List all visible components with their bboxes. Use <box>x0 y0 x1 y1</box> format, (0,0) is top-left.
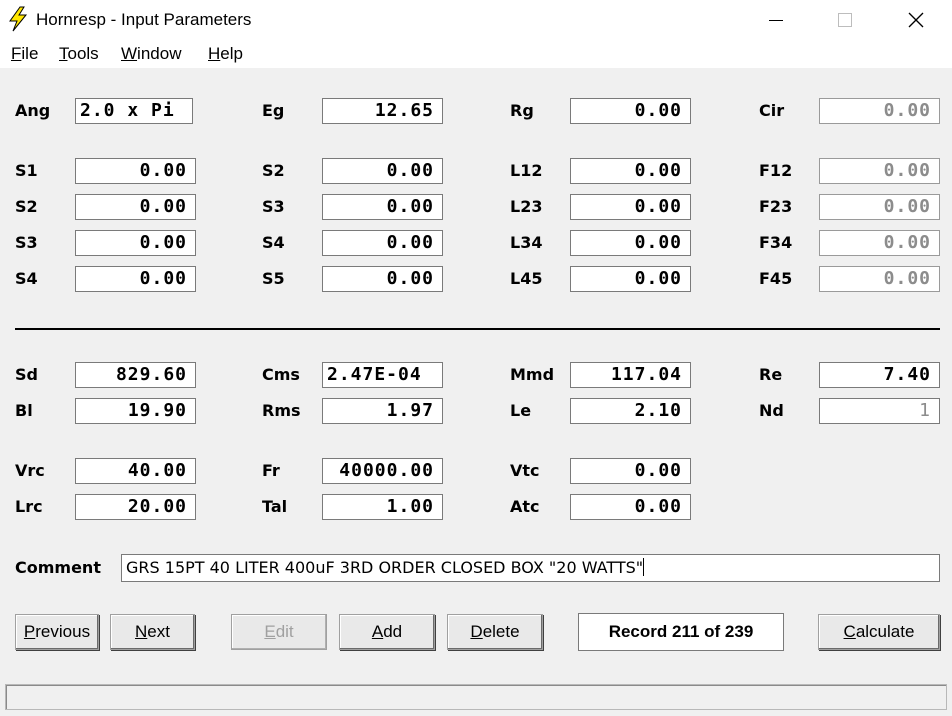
re-label: Re <box>759 365 783 384</box>
l12-field[interactable]: 0.00 <box>570 158 691 184</box>
close-button[interactable] <box>893 0 939 40</box>
lrc-field[interactable]: 20.00 <box>75 494 196 520</box>
s4-label: S4 <box>262 233 285 252</box>
previous-button[interactable]: Previous <box>15 614 99 650</box>
lightning-icon[interactable] <box>6 6 30 32</box>
maximize-button[interactable] <box>822 0 868 40</box>
f45-label: F45 <box>759 269 793 288</box>
s4-field[interactable]: 0.00 <box>75 266 196 292</box>
le-field[interactable]: 2.10 <box>570 398 691 424</box>
s1-label: S1 <box>15 161 38 180</box>
text-caret <box>643 558 645 576</box>
vrc-field[interactable]: 40.00 <box>75 458 196 484</box>
l12-label: L12 <box>510 161 543 180</box>
rms-label: Rms <box>262 401 301 420</box>
comment-field[interactable]: GRS 15PT 40 LITER 400uF 3RD ORDER CLOSED… <box>121 554 940 582</box>
atc-label: Atc <box>510 497 540 516</box>
delete-button[interactable]: Delete <box>447 614 543 650</box>
ang-label: Ang <box>15 101 51 120</box>
s2-field[interactable]: 0.00 <box>75 194 196 220</box>
atc-field[interactable]: 0.00 <box>570 494 691 520</box>
menu-bar: File Tools Window Help <box>0 40 952 68</box>
cir-field[interactable]: 0.00 <box>819 98 940 124</box>
l45-field[interactable]: 0.00 <box>570 266 691 292</box>
f34-label: F34 <box>759 233 793 252</box>
sd-label: Sd <box>15 365 38 384</box>
nd-field[interactable]: 1 <box>819 398 940 424</box>
f12-field[interactable]: 0.00 <box>819 158 940 184</box>
bl-label: Bl <box>15 401 33 420</box>
edit-button[interactable]: Edit <box>231 614 327 650</box>
f23-label: F23 <box>759 197 793 216</box>
s1-field[interactable]: 0.00 <box>75 158 196 184</box>
s2-label: S2 <box>15 197 38 216</box>
s2-field[interactable]: 0.00 <box>322 158 443 184</box>
tal-field[interactable]: 1.00 <box>322 494 443 520</box>
cms-label: Cms <box>262 365 300 384</box>
comment-label: Comment <box>15 558 101 577</box>
mmd-label: Mmd <box>510 365 555 384</box>
add-button[interactable]: Add <box>339 614 435 650</box>
section-divider <box>15 328 940 330</box>
comment-text: GRS 15PT 40 LITER 400uF 3RD ORDER CLOSED… <box>126 558 644 577</box>
s3-field[interactable]: 0.00 <box>322 194 443 220</box>
mmd-field[interactable]: 117.04 <box>570 362 691 388</box>
calculate-button[interactable]: Calculate <box>818 614 940 650</box>
tal-label: Tal <box>262 497 288 516</box>
menu-window[interactable]: Window <box>121 44 181 64</box>
s3-field[interactable]: 0.00 <box>75 230 196 256</box>
cir-label: Cir <box>759 101 785 120</box>
vtc-field[interactable]: 0.00 <box>570 458 691 484</box>
status-bar <box>5 684 947 710</box>
next-button[interactable]: Next <box>110 614 195 650</box>
cms-field[interactable]: 2.47E-04 <box>322 362 443 388</box>
f12-label: F12 <box>759 161 793 180</box>
bl-field[interactable]: 19.90 <box>75 398 196 424</box>
minimize-button[interactable] <box>753 0 799 40</box>
window-title: Hornresp - Input Parameters <box>36 10 252 29</box>
s4-label: S4 <box>15 269 38 288</box>
eg-label: Eg <box>262 101 285 120</box>
l23-label: L23 <box>510 197 543 216</box>
menu-help[interactable]: Help <box>208 44 243 64</box>
re-field[interactable]: 7.40 <box>819 362 940 388</box>
menu-tools[interactable]: Tools <box>59 44 99 64</box>
vtc-label: Vtc <box>510 461 540 480</box>
close-icon <box>908 12 924 28</box>
fr-label: Fr <box>262 461 280 480</box>
s3-label: S3 <box>15 233 38 252</box>
rg-field[interactable]: 0.00 <box>570 98 691 124</box>
minimize-icon <box>769 19 783 21</box>
s5-label: S5 <box>262 269 285 288</box>
nd-label: Nd <box>759 401 784 420</box>
rg-label: Rg <box>510 101 534 120</box>
fr-field[interactable]: 40000.00 <box>322 458 443 484</box>
maximize-icon <box>838 13 852 27</box>
l23-field[interactable]: 0.00 <box>570 194 691 220</box>
lrc-label: Lrc <box>15 497 43 516</box>
sd-field[interactable]: 829.60 <box>75 362 196 388</box>
title-bar: Hornresp - Input Parameters <box>0 0 952 40</box>
f34-field[interactable]: 0.00 <box>819 230 940 256</box>
record-indicator: Record 211 of 239 <box>578 613 784 651</box>
s4-field[interactable]: 0.00 <box>322 230 443 256</box>
s5-field[interactable]: 0.00 <box>322 266 443 292</box>
le-label: Le <box>510 401 532 420</box>
l34-label: L34 <box>510 233 543 252</box>
s2-label: S2 <box>262 161 285 180</box>
l45-label: L45 <box>510 269 543 288</box>
l34-field[interactable]: 0.00 <box>570 230 691 256</box>
f23-field[interactable]: 0.00 <box>819 194 940 220</box>
ang-field[interactable]: 2.0 x Pi <box>75 98 193 124</box>
menu-file[interactable]: File <box>11 44 38 64</box>
f45-field[interactable]: 0.00 <box>819 266 940 292</box>
rms-field[interactable]: 1.97 <box>322 398 443 424</box>
s3-label: S3 <box>262 197 285 216</box>
vrc-label: Vrc <box>15 461 45 480</box>
eg-field[interactable]: 12.65 <box>322 98 443 124</box>
